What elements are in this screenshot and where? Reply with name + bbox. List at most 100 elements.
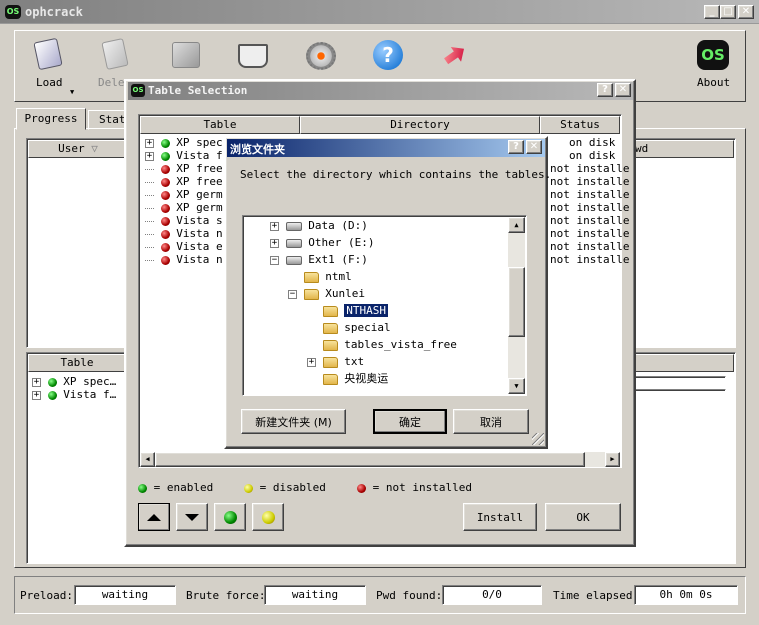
tree-item[interactable]: ntml: [288, 270, 352, 285]
tree-item[interactable]: + Data (D:): [270, 219, 368, 234]
yellow-dot-icon: [261, 510, 275, 524]
brute-force-value: waiting: [264, 585, 366, 605]
resize-grip-icon[interactable]: [532, 433, 544, 445]
tree-item[interactable]: + Other (E:): [270, 236, 374, 251]
not-installed-status-icon: [160, 229, 170, 239]
tree-item[interactable]: − Xunlei: [288, 287, 365, 302]
tree-scroll-thumb[interactable]: [508, 267, 525, 337]
ok-button[interactable]: OK: [545, 503, 621, 531]
drive-icon: [285, 238, 302, 248]
disable-button[interactable]: [252, 503, 284, 531]
scroll-down-button[interactable]: ▼: [508, 378, 525, 394]
tree-item[interactable]: NTHASH: [307, 303, 389, 319]
load-icon: [33, 37, 63, 71]
folder-icon: [303, 271, 319, 283]
tree-vertical-scrollbar[interactable]: ▲ ▼: [508, 217, 525, 394]
install-button[interactable]: Install: [463, 503, 537, 531]
browse-cancel-button[interactable]: 取消: [453, 409, 529, 434]
disabled-status-icon: [244, 483, 253, 493]
not-installed-status-icon: [160, 255, 170, 265]
minimize-button[interactable]: _: [704, 5, 720, 19]
close-button[interactable]: ✕: [738, 5, 754, 19]
browse-close-button[interactable]: ✕: [526, 140, 542, 154]
save-icon: [172, 42, 200, 68]
table-status: not installe: [550, 214, 630, 227]
legend-enabled: = enabled: [138, 481, 213, 494]
browse-help-button[interactable]: ?: [508, 140, 524, 154]
exit-icon[interactable]: [440, 40, 470, 70]
folder-icon: [322, 305, 338, 317]
pwd-column-header[interactable]: wd: [620, 140, 734, 158]
new-folder-button[interactable]: 新建文件夹 (M): [241, 409, 346, 434]
brute-force-label: Brute force:: [186, 589, 266, 602]
tree-item-label: Xunlei: [325, 287, 365, 300]
help-button[interactable]: ?: [597, 83, 613, 97]
window-title: ophcrack: [25, 5, 83, 19]
list-item[interactable]: + XP spec…: [32, 375, 116, 388]
expand-icon[interactable]: +: [145, 151, 154, 161]
time-elapsed-value: 0h 0m 0s: [634, 585, 738, 605]
gear-icon[interactable]: [306, 42, 336, 70]
expand-icon[interactable]: +: [270, 221, 279, 231]
tree-item-label: special: [344, 321, 391, 334]
legend-disabled: = disabled: [244, 481, 326, 494]
folder-icon: [322, 322, 338, 334]
tab-progress[interactable]: Progress: [16, 108, 86, 130]
table-name: XP germ: [176, 188, 223, 201]
browse-ok-button[interactable]: 确定: [373, 409, 447, 434]
status-column-header[interactable]: Status: [540, 116, 620, 134]
expand-icon[interactable]: +: [307, 357, 316, 367]
list-item[interactable]: + Vista f…: [32, 388, 116, 401]
directory-column-header[interactable]: Directory: [300, 116, 540, 134]
drive-icon: [285, 221, 302, 231]
tree-line: [145, 220, 154, 222]
enabled-status-icon: [138, 483, 147, 493]
tree-item[interactable]: 央视奥运: [307, 372, 388, 387]
tree-item[interactable]: + txt: [307, 355, 364, 370]
not-installed-status-icon: [357, 483, 366, 493]
tree-item-label: txt: [344, 355, 365, 368]
scroll-right-button[interactable]: ▶: [605, 452, 620, 467]
maximize-button[interactable]: □: [720, 5, 736, 19]
tree-line: [145, 246, 154, 248]
user-column-header[interactable]: User ▽: [28, 140, 128, 158]
not-installed-status-icon: [160, 190, 170, 200]
move-up-button[interactable]: [138, 503, 170, 531]
load-button[interactable]: Load ▼: [24, 36, 74, 96]
dialog-close-button[interactable]: ✕: [615, 83, 631, 97]
horizontal-scrollbar[interactable]: ◀ ▶: [140, 452, 620, 467]
folder-icon: [322, 339, 338, 351]
table-status: on disk: [569, 149, 616, 162]
app-icon: OS: [131, 84, 145, 97]
not-installed-status-icon: [160, 203, 170, 213]
enable-button[interactable]: [214, 503, 246, 531]
tree-item[interactable]: special: [307, 321, 391, 336]
expand-icon[interactable]: +: [145, 138, 154, 148]
tree-item-label: Ext1 (F:): [308, 253, 368, 266]
scroll-left-button[interactable]: ◀: [140, 452, 155, 467]
open-folder-icon: [303, 288, 319, 300]
green-dot-icon: [223, 510, 237, 524]
expand-icon[interactable]: −: [270, 255, 279, 265]
load-label: Load: [36, 76, 63, 89]
expand-icon[interactable]: +: [270, 238, 279, 248]
tables-panel-header[interactable]: Table: [28, 354, 126, 372]
drive-icon: [285, 255, 302, 265]
move-down-button[interactable]: [176, 503, 208, 531]
table-column-header[interactable]: Table: [140, 116, 300, 134]
tree-line: [145, 233, 154, 235]
about-button[interactable]: OS About: [688, 36, 738, 96]
table-status: not installe: [550, 227, 630, 240]
tree-item[interactable]: tables_vista_free: [307, 338, 457, 353]
expand-icon[interactable]: −: [288, 289, 297, 299]
scroll-thumb[interactable]: [155, 452, 585, 467]
tree-item-label: Data (D:): [308, 219, 368, 232]
pwd-found-label: Pwd found:: [376, 589, 443, 602]
tree-line: [145, 168, 154, 170]
tree-item[interactable]: − Ext1 (F:): [270, 253, 368, 268]
time-elapsed-label: Time elapsed:: [553, 589, 640, 602]
app-icon: OS: [5, 5, 21, 19]
scroll-up-button[interactable]: ▲: [508, 217, 525, 233]
preload-value: waiting: [74, 585, 176, 605]
help-icon[interactable]: ?: [373, 40, 403, 70]
